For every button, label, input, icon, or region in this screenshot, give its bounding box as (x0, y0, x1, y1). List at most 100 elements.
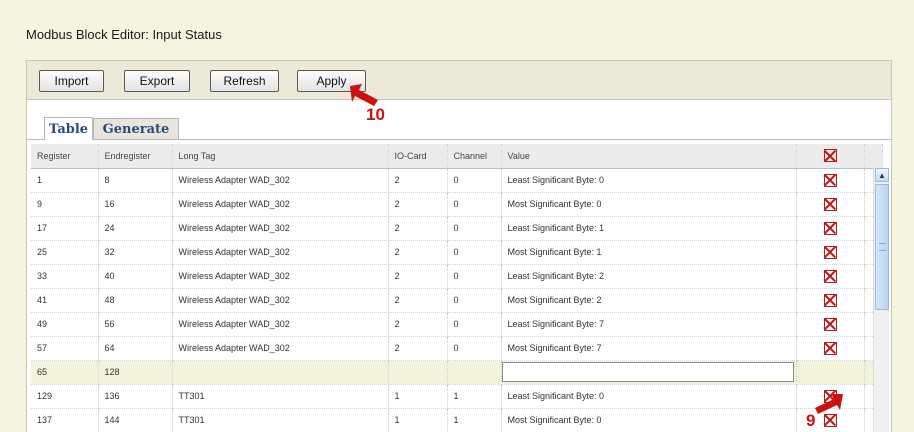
cell-io-card[interactable] (388, 360, 448, 385)
cell-delete[interactable] (796, 216, 865, 241)
cell-endregister[interactable]: 64 (98, 336, 173, 361)
cell-long-tag[interactable]: TT301 (172, 384, 389, 409)
cell-endregister[interactable]: 48 (98, 288, 173, 313)
cell-endregister[interactable]: 8 (98, 168, 173, 193)
cell-channel[interactable]: 0 (447, 336, 502, 361)
delete-all-header[interactable] (796, 144, 865, 169)
cell-endregister[interactable]: 16 (98, 192, 173, 217)
cell-register[interactable]: 65 (31, 360, 99, 385)
cell-io-card[interactable]: 2 (388, 192, 448, 217)
table-row[interactable]: 1 8 Wireless Adapter WAD_302 2 0 Least Signif… (31, 168, 883, 193)
cell-io-card[interactable]: 1 (388, 384, 448, 409)
cell-register[interactable]: 137 (31, 408, 99, 432)
scroll-up-arrow-icon[interactable]: ▲ (875, 168, 889, 182)
cell-long-tag[interactable]: TT301 (172, 408, 389, 432)
table-row[interactable]: 129 136 TT301 1 1 Least Significant Byte: 0 (31, 384, 883, 409)
cell-io-card[interactable]: 2 (388, 312, 448, 337)
tab-generate[interactable]: Generate (93, 118, 179, 139)
cell-delete[interactable] (796, 336, 865, 361)
column-header-value[interactable]: Value (501, 144, 797, 169)
cell-endregister[interactable]: 136 (98, 384, 173, 409)
cell-channel[interactable]: 0 (447, 240, 502, 265)
table-row[interactable]: 9 16 Wireless Adapter WAD_302 2 0 Most Signif… (31, 192, 883, 217)
cell-register[interactable]: 33 (31, 264, 99, 289)
delete-row-icon[interactable] (823, 245, 837, 259)
column-header-io-card[interactable]: IO-Card (388, 144, 448, 169)
cell-long-tag[interactable]: Wireless Adapter WAD_302 (172, 312, 389, 337)
table-row[interactable]: 33 40 Wireless Adapter WAD_302 2 0 Least Sign… (31, 264, 883, 289)
import-button[interactable]: Import (39, 70, 104, 92)
cell-long-tag[interactable]: Wireless Adapter WAD_302 (172, 264, 389, 289)
cell-delete[interactable] (796, 168, 865, 193)
cell-value[interactable]: Least Significant Byte: 7 (501, 312, 797, 337)
value-edit-field[interactable] (501, 362, 794, 382)
table-row[interactable]: 57 64 Wireless Adapter WAD_302 2 0 Most Signi… (31, 336, 883, 361)
delete-row-icon[interactable] (823, 173, 837, 187)
cell-io-card[interactable]: 2 (388, 288, 448, 313)
cell-channel[interactable]: 0 (447, 264, 502, 289)
column-header-channel[interactable]: Channel (447, 144, 502, 169)
cell-register[interactable]: 41 (31, 288, 99, 313)
cell-long-tag[interactable]: Wireless Adapter WAD_302 (172, 216, 389, 241)
table-row[interactable]: 17 24 Wireless Adapter WAD_302 2 0 Least Sign… (31, 216, 883, 241)
table-row[interactable]: 65 128 (31, 360, 883, 385)
cell-channel[interactable]: 1 (447, 384, 502, 409)
delete-row-icon[interactable] (823, 293, 837, 307)
column-header-endregister[interactable]: Endregister (98, 144, 173, 169)
cell-value[interactable]: Least Significant Byte: 1 (501, 216, 797, 241)
cell-delete[interactable] (796, 240, 865, 265)
cell-value[interactable]: Most Significant Byte: 1 (501, 240, 797, 265)
tab-table[interactable]: Table (44, 117, 93, 140)
cell-delete[interactable] (796, 192, 865, 217)
cell-register[interactable]: 57 (31, 336, 99, 361)
cell-io-card[interactable]: 1 (388, 408, 448, 432)
cell-register[interactable]: 25 (31, 240, 99, 265)
cell-value[interactable]: Least Significant Byte: 0 (501, 384, 797, 409)
cell-channel[interactable]: 0 (447, 168, 502, 193)
delete-row-icon[interactable] (823, 197, 837, 211)
cell-endregister[interactable]: 144 (98, 408, 173, 432)
cell-long-tag[interactable]: Wireless Adapter WAD_302 (172, 192, 389, 217)
refresh-button[interactable]: Refresh (210, 70, 279, 92)
delete-row-icon[interactable] (823, 317, 837, 331)
cell-endregister[interactable]: 32 (98, 240, 173, 265)
cell-channel[interactable] (447, 360, 502, 385)
cell-endregister[interactable]: 24 (98, 216, 173, 241)
cell-channel[interactable]: 0 (447, 192, 502, 217)
column-header-register[interactable]: Register (31, 144, 99, 169)
cell-channel[interactable]: 1 (447, 408, 502, 432)
cell-value[interactable]: Most Significant Byte: 0 (501, 192, 797, 217)
cell-endregister[interactable]: 40 (98, 264, 173, 289)
cell-value[interactable]: Least Significant Byte: 0 (501, 168, 797, 193)
export-button[interactable]: Export (124, 70, 190, 92)
cell-io-card[interactable]: 2 (388, 336, 448, 361)
delete-all-icon[interactable] (823, 149, 837, 163)
cell-delete[interactable] (796, 288, 865, 313)
cell-delete[interactable] (796, 264, 865, 289)
cell-long-tag[interactable]: Wireless Adapter WAD_302 (172, 168, 389, 193)
cell-register[interactable]: 49 (31, 312, 99, 337)
table-row[interactable]: 25 32 Wireless Adapter WAD_302 2 0 Most Signi… (31, 240, 883, 265)
cell-io-card[interactable]: 2 (388, 168, 448, 193)
column-header-long-tag[interactable]: Long Tag (172, 144, 389, 169)
cell-long-tag[interactable]: Wireless Adapter WAD_302 (172, 288, 389, 313)
delete-row-icon[interactable] (823, 221, 837, 235)
cell-value[interactable]: Least Significant Byte: 2 (501, 264, 797, 289)
cell-value[interactable]: Most Significant Byte: 7 (501, 336, 797, 361)
cell-value[interactable]: Most Significant Byte: 0 (501, 408, 797, 432)
cell-endregister[interactable]: 128 (98, 360, 173, 385)
cell-io-card[interactable]: 2 (388, 216, 448, 241)
cell-io-card[interactable]: 2 (388, 264, 448, 289)
cell-io-card[interactable]: 2 (388, 240, 448, 265)
table-row[interactable]: 49 56 Wireless Adapter WAD_302 2 0 Least Sign… (31, 312, 883, 337)
delete-row-icon[interactable] (823, 341, 837, 355)
cell-long-tag[interactable] (172, 360, 389, 385)
cell-long-tag[interactable]: Wireless Adapter WAD_302 (172, 336, 389, 361)
cell-value[interactable]: Most Significant Byte: 2 (501, 288, 797, 313)
cell-endregister[interactable]: 56 (98, 312, 173, 337)
cell-channel[interactable]: 0 (447, 312, 502, 337)
cell-register[interactable]: 17 (31, 216, 99, 241)
cell-delete[interactable] (796, 360, 865, 385)
cell-register[interactable]: 9 (31, 192, 99, 217)
table-row[interactable]: 41 48 Wireless Adapter WAD_302 2 0 Most Signi… (31, 288, 883, 313)
